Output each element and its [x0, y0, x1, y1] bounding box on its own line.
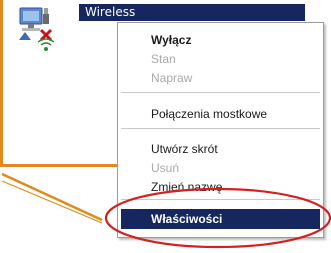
selected-item-label[interactable]: Wireless	[79, 4, 305, 21]
menu-separator	[121, 92, 320, 93]
menu-item-disable[interactable]: Wyłącz	[118, 31, 323, 49]
menu-item-rename[interactable]: Zmień nazwę	[118, 178, 323, 196]
context-menu: Wyłącz Stan Napraw Połączenia mostkowe U…	[117, 22, 324, 238]
menu-item-status[interactable]: Stan	[118, 50, 323, 68]
callout-frame-bottom	[0, 164, 120, 167]
menu-item-repair[interactable]: Napraw	[118, 69, 323, 87]
callout-frame-left	[0, 0, 3, 166]
menu-separator	[121, 199, 320, 200]
menu-item-create-shortcut[interactable]: Utwórz skrót	[118, 140, 323, 158]
menu-item-bridge-connections[interactable]: Połączenia mostkowe	[118, 105, 323, 123]
menu-item-properties[interactable]: Właściwości	[121, 209, 320, 229]
menu-separator	[121, 128, 320, 129]
menu-item-delete[interactable]: Usuń	[118, 159, 323, 177]
network-connection-disabled-icon[interactable]	[16, 4, 62, 54]
